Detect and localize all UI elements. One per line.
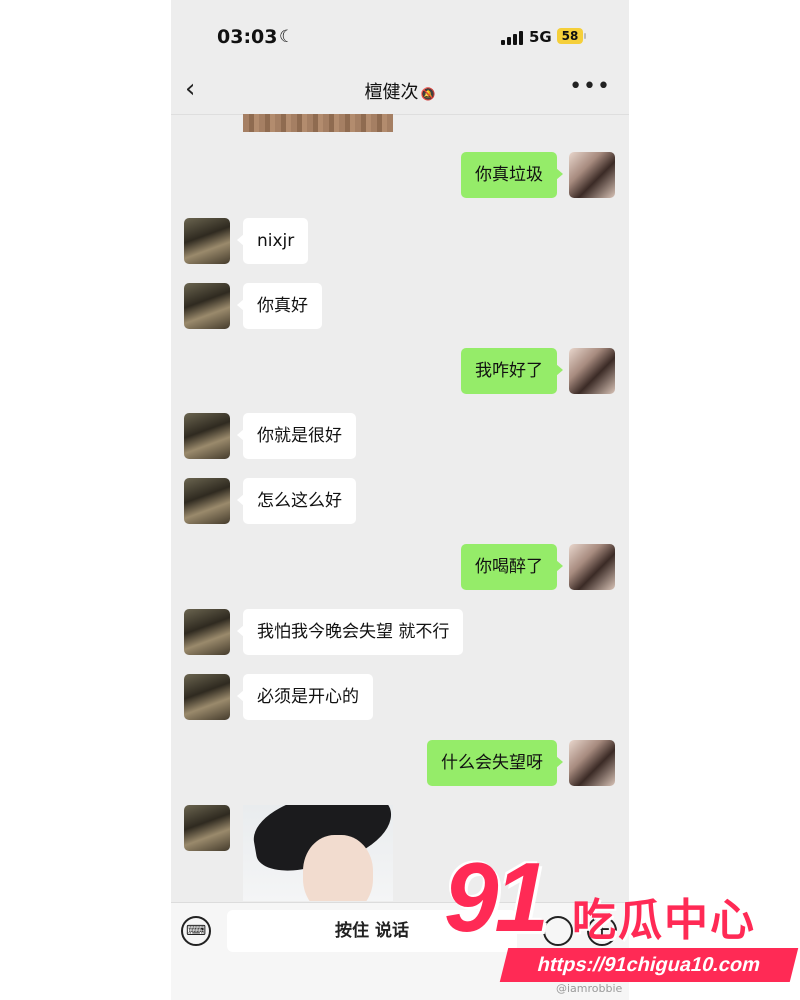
signal-icon [501,31,523,45]
contact-avatar[interactable] [184,413,230,459]
received-message[interactable]: 你真好 [237,283,322,329]
contact-avatar[interactable] [184,805,230,851]
sent-message[interactable]: 我咋好了 [461,348,563,394]
message-row: 我怕我今晚会失望 就不行 [171,609,629,655]
my-avatar[interactable] [569,152,615,198]
watermark-number: 91 [444,842,549,952]
status-bar: 03:03 ☾ 5G 58 [171,0,629,68]
message-row: 你真垃圾 [171,152,629,198]
battery-tip [584,33,586,39]
my-avatar[interactable] [569,544,615,590]
received-message[interactable]: 必须是开心的 [237,674,373,720]
received-message[interactable]: nixjr [236,218,309,264]
sent-message[interactable]: 什么会失望呀 [427,740,563,786]
sent-message[interactable]: 你真垃圾 [461,152,563,198]
message-row: 我咋好了 [171,348,629,394]
contact-avatar[interactable] [184,218,230,264]
contact-avatar[interactable] [184,674,230,720]
my-avatar[interactable] [569,348,615,394]
message-row: 什么会失望呀 [171,740,629,786]
network-type: 5G [529,28,552,46]
received-message[interactable]: 怎么这么好 [237,478,356,524]
message-row: 必须是开心的 [171,674,629,720]
message-row: nixjr [171,218,629,264]
bell-off-icon: 🔕 [420,87,436,101]
moon-icon: ☾ [279,27,295,47]
previous-image-message[interactable] [243,114,393,132]
contact-avatar[interactable] [184,478,230,524]
message-row: 你就是很好 [171,413,629,459]
sent-message[interactable]: 你喝醉了 [461,544,563,590]
image-message[interactable] [243,805,393,901]
more-dots-icon[interactable]: ••• [569,74,611,99]
watermark-name: 吃瓜中心 [572,895,756,946]
image-face [303,835,373,901]
my-avatar[interactable] [569,740,615,786]
contact-avatar[interactable] [184,283,230,329]
message-row: 怎么这么好 [171,478,629,524]
chat-title: 檀健次 🔕 [171,78,629,104]
chat-header: ‹ 檀健次 🔕 ••• [171,68,629,115]
contact-avatar[interactable] [184,609,230,655]
watermark-logo: 91 吃瓜中心 https://91chigua10.com [444,842,799,992]
message-row: 你喝醉了 [171,544,629,590]
battery-icon: 58 [557,28,583,44]
message-row: 你真好 [171,283,629,329]
received-message[interactable]: 你就是很好 [237,413,356,459]
received-message[interactable]: 我怕我今晚会失望 就不行 [236,609,464,655]
contact-name: 檀健次 [364,82,419,103]
watermark-url: https://91chigua10.com [499,948,799,982]
keyboard-icon[interactable]: ⌨ [181,916,211,946]
status-time: 03:03 [217,26,278,48]
